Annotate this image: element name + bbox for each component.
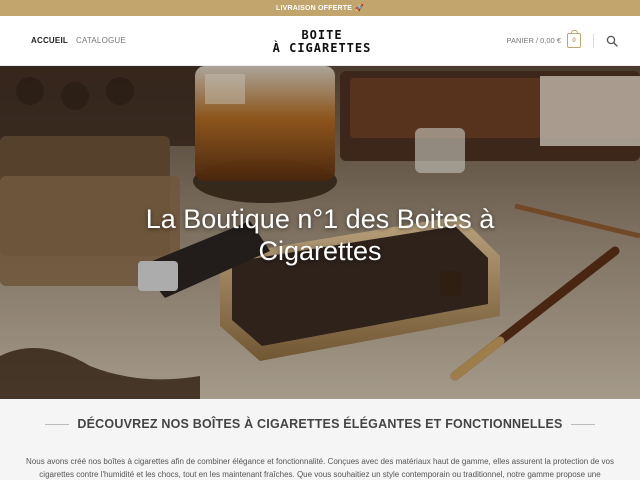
site-logo[interactable]: BOITE À CIGARETTES: [272, 22, 372, 62]
rocket-icon: 🚀: [355, 5, 365, 12]
heading-divider-left: [45, 423, 70, 425]
hero-title-line-2: Cigarettes: [258, 236, 382, 266]
intro-title: DÉCOUVREZ NOS BOÎTES À CIGARETTES ÉLÉGAN…: [77, 417, 563, 431]
cart-count-badge[interactable]: 0: [567, 30, 581, 48]
intro-line-2: cigarettes contre l'humidité et les choc…: [39, 470, 601, 479]
intro-heading: DÉCOUVREZ NOS BOÎTES À CIGARETTES ÉLÉGAN…: [0, 417, 640, 431]
cart-link[interactable]: PANIER / 0,00 €: [507, 36, 561, 45]
main-nav: ACCUEIL CATALOGUE: [31, 36, 126, 45]
header-divider: [593, 33, 594, 48]
cart-count: 0: [572, 37, 576, 44]
intro-section: DÉCOUVREZ NOS BOÎTES À CIGARETTES ÉLÉGAN…: [0, 399, 640, 480]
header-tools: PANIER / 0,00 € 0: [507, 30, 618, 48]
intro-line-1: Nous avons créé nos boîtes à cigarettes …: [26, 457, 614, 466]
hero-title: La Boutique n°1 des Boites à Cigarettes: [0, 203, 640, 267]
heading-divider-right: [570, 423, 595, 425]
nav-item-catalogue[interactable]: CATALOGUE: [76, 36, 126, 45]
search-icon[interactable]: [606, 35, 618, 47]
site-header: ACCUEIL CATALOGUE BOITE À CIGARETTES PAN…: [0, 16, 640, 66]
announcement-text: LIVRAISON OFFERTE: [275, 4, 353, 12]
nav-item-accueil[interactable]: ACCUEIL: [31, 36, 68, 45]
logo-line-2: À CIGARETTES: [272, 41, 372, 55]
hero-title-line-1: La Boutique n°1 des Boites à: [145, 204, 495, 234]
intro-paragraph: Nous avons créé nos boîtes à cigarettes …: [0, 455, 640, 480]
hero-banner: La Boutique n°1 des Boites à Cigarettes: [0, 66, 640, 399]
announcement-bar: LIVRAISON OFFERTE 🚀: [0, 0, 640, 16]
